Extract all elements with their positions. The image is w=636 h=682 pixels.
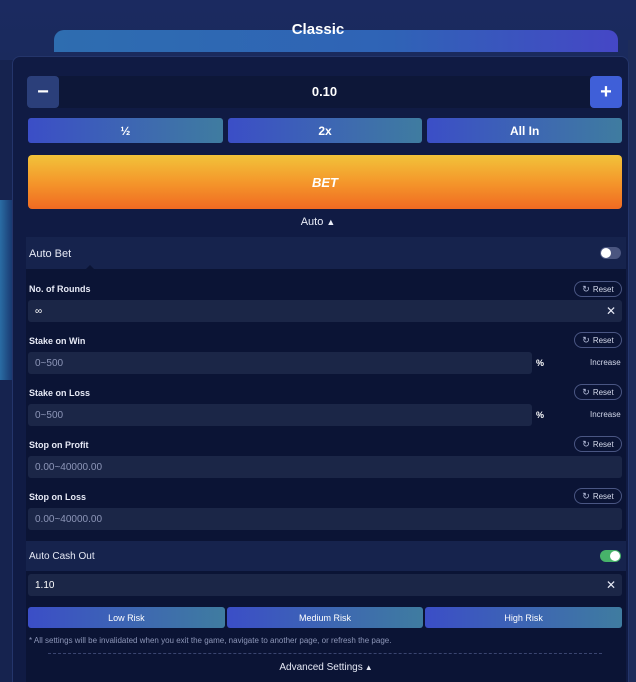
stake-on-loss-reset-button[interactable]: ↻ Reset bbox=[574, 384, 622, 400]
minus-icon: − bbox=[37, 80, 49, 103]
rounds-input[interactable]: ∞ ✕ bbox=[28, 300, 622, 322]
settings-note: * All settings will be invalidated when … bbox=[29, 636, 392, 645]
risk-level-row: Low Risk Medium Risk High Risk bbox=[28, 607, 623, 628]
auto-cash-out-value: 1.10 bbox=[35, 579, 55, 591]
auto-label: Auto bbox=[300, 216, 324, 228]
stop-on-loss-placeholder: 0.00~40000.00 bbox=[35, 513, 103, 525]
stake-on-win-label: Stake on Win bbox=[29, 336, 86, 346]
reset-label: Reset bbox=[592, 335, 614, 345]
refresh-icon: ↻ bbox=[582, 386, 590, 397]
stop-on-profit-input[interactable]: 0.00~40000.00 bbox=[28, 456, 622, 478]
toggle-knob bbox=[601, 248, 611, 258]
page-title: Classic bbox=[291, 21, 345, 38]
stake-on-win-mode[interactable]: Increase bbox=[590, 358, 621, 367]
refresh-icon: ↻ bbox=[582, 283, 590, 294]
reset-label: Reset bbox=[592, 439, 614, 449]
bet-amount-stepper: − 0.10 + bbox=[27, 76, 622, 108]
advanced-settings-label: Advanced Settings bbox=[279, 662, 363, 673]
auto-bet-label: Auto Bet bbox=[29, 248, 72, 260]
stake-on-win-reset-button[interactable]: ↻ Reset bbox=[574, 332, 622, 348]
auto-cash-out-input[interactable]: 1.10 ✕ bbox=[28, 574, 622, 596]
auto-toggle-link[interactable]: Auto ▲ bbox=[0, 216, 636, 228]
advanced-settings-link[interactable]: Advanced Settings ▲ bbox=[0, 662, 636, 673]
bet-button[interactable]: BET bbox=[28, 155, 622, 209]
all-in-button[interactable]: All In bbox=[427, 118, 623, 143]
toggle-knob bbox=[610, 551, 620, 561]
rounds-reset-button[interactable]: ↻ Reset bbox=[574, 281, 622, 297]
stop-on-loss-reset-button[interactable]: ↻ Reset bbox=[574, 488, 622, 504]
stop-on-loss-label: Stop on Loss bbox=[29, 492, 86, 502]
stake-on-win-placeholder: 0~500 bbox=[35, 357, 64, 369]
rounds-value: ∞ bbox=[35, 305, 43, 317]
auto-bet-notch bbox=[84, 265, 96, 271]
stake-on-loss-mode[interactable]: Increase bbox=[590, 410, 621, 419]
clear-icon[interactable]: ✕ bbox=[606, 578, 616, 592]
auto-cash-out-toggle[interactable] bbox=[600, 550, 621, 562]
reset-label: Reset bbox=[592, 284, 614, 294]
low-risk-button[interactable]: Low Risk bbox=[28, 607, 225, 628]
dashed-divider bbox=[48, 653, 602, 654]
stake-on-loss-percent: % bbox=[536, 410, 545, 420]
bet-amount-value[interactable]: 0.10 bbox=[67, 84, 582, 99]
triangle-up-icon: ▲ bbox=[326, 217, 336, 227]
decrease-amount-button[interactable]: − bbox=[27, 76, 59, 108]
stake-on-loss-label: Stake on Loss bbox=[29, 388, 91, 398]
half-amount-button[interactable]: ½ bbox=[28, 118, 223, 143]
amount-multiplier-row: ½ 2x All In bbox=[28, 118, 623, 143]
auto-cash-out-label: Auto Cash Out bbox=[29, 551, 95, 562]
bet-button-label: BET bbox=[312, 174, 338, 190]
double-amount-button[interactable]: 2x bbox=[227, 118, 423, 143]
refresh-icon: ↻ bbox=[582, 334, 590, 345]
right-edge-strip bbox=[628, 40, 636, 682]
auto-cash-out-bar bbox=[26, 541, 626, 571]
clear-icon[interactable]: ✕ bbox=[606, 304, 616, 318]
triangle-up-icon: ▲ bbox=[364, 663, 373, 672]
high-risk-button[interactable]: High Risk bbox=[425, 607, 623, 628]
stop-on-profit-placeholder: 0.00~40000.00 bbox=[35, 461, 103, 473]
rounds-label: No. of Rounds bbox=[29, 284, 91, 294]
reset-label: Reset bbox=[592, 491, 614, 501]
stake-on-win-percent: % bbox=[536, 358, 545, 368]
stake-on-loss-placeholder: 0~500 bbox=[35, 409, 64, 421]
stop-on-loss-input[interactable]: 0.00~40000.00 bbox=[28, 508, 622, 530]
stop-on-profit-reset-button[interactable]: ↻ Reset bbox=[574, 436, 622, 452]
auto-bet-bar bbox=[26, 237, 626, 269]
plus-icon: + bbox=[600, 80, 612, 103]
increase-amount-button[interactable]: + bbox=[590, 76, 622, 108]
refresh-icon: ↻ bbox=[582, 438, 590, 449]
stake-on-win-input[interactable]: 0~500 bbox=[28, 352, 532, 374]
stake-on-loss-input[interactable]: 0~500 bbox=[28, 404, 532, 426]
reset-label: Reset bbox=[592, 387, 614, 397]
refresh-icon: ↻ bbox=[582, 490, 590, 501]
auto-bet-toggle[interactable] bbox=[600, 247, 621, 259]
medium-risk-button[interactable]: Medium Risk bbox=[226, 607, 424, 628]
stop-on-profit-label: Stop on Profit bbox=[29, 440, 89, 450]
